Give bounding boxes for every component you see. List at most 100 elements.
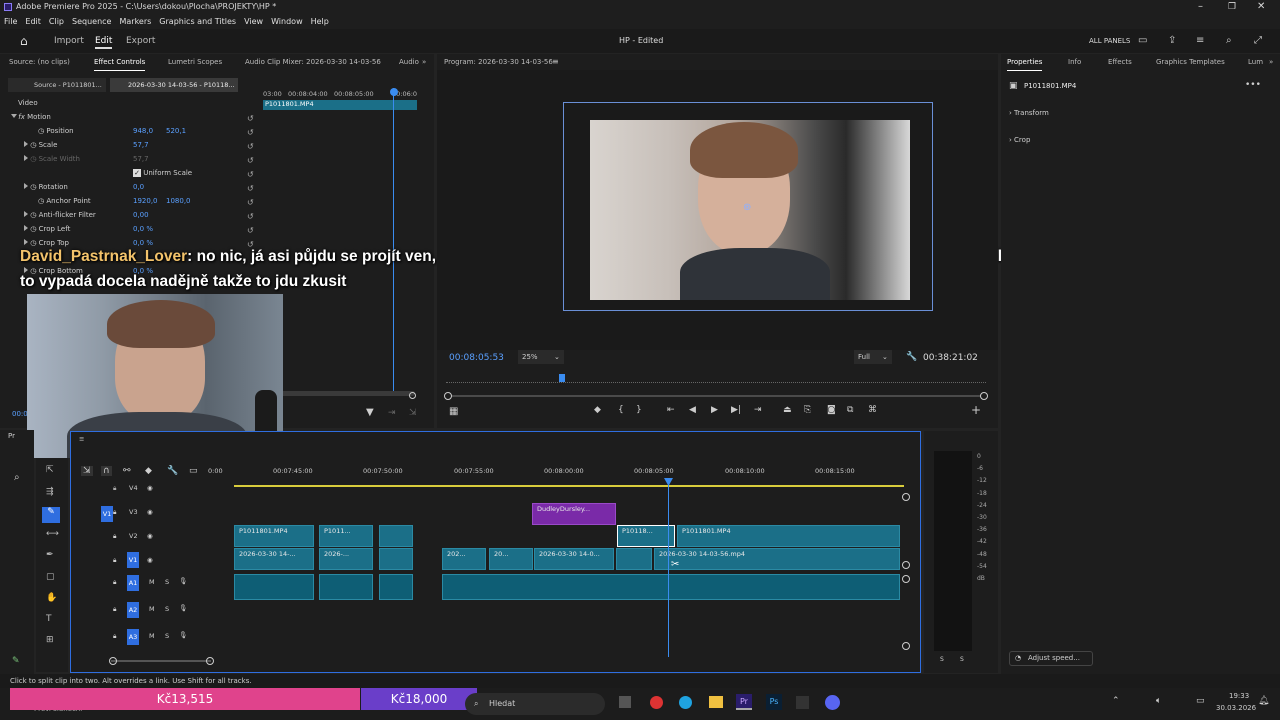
ec-row-rotation[interactable]: ◷ Rotation 0,0 (24, 180, 282, 194)
maximize-icon[interactable]: ❐ (1228, 0, 1236, 14)
text-edit-icon[interactable]: ⊞ (46, 635, 54, 645)
clip-v1[interactable]: 2026-03-30 14-03-56.mp4 (654, 548, 900, 570)
discord-icon[interactable] (825, 695, 840, 710)
subtab-sequence[interactable]: 2026-03-30 14-03-56 - P10118... (110, 78, 238, 92)
clip-v2[interactable]: P1011801.MP4 (677, 525, 900, 547)
menu-graphics[interactable]: Graphics and Titles (159, 17, 236, 26)
menu-help[interactable]: Help (311, 17, 329, 26)
ec-row-crop-left[interactable]: ◷ Crop Left 0,0 % (24, 222, 282, 236)
clock-date[interactable]: 30.03.2026 (1216, 704, 1256, 712)
zoom-handle-left[interactable] (444, 392, 452, 400)
position-y[interactable]: 520,1 (166, 124, 186, 138)
stopwatch-icon[interactable]: ◷ (30, 141, 36, 149)
clip-v1[interactable]: 20... (489, 548, 533, 570)
reset-icon[interactable]: ↺ (247, 126, 259, 140)
ripple-edit-icon[interactable]: ⟷ (46, 529, 59, 539)
reset-icon[interactable]: ↺ (247, 196, 259, 210)
menu-markers[interactable]: Markers (119, 17, 151, 26)
timeline-ruler[interactable]: 0:00 00:07:45:00 00:07:50:00 00:07:55:00… (208, 467, 908, 479)
selection-tool-icon[interactable]: ⇱ (46, 465, 54, 475)
stopwatch-icon[interactable]: ◷ (38, 197, 44, 205)
tab-lumetri[interactable]: Lum (1248, 54, 1263, 70)
step-forward-icon[interactable]: ▶| (731, 405, 741, 415)
track-a1[interactable]: A1 (127, 575, 139, 591)
menu-icon[interactable]: ≡ (552, 54, 559, 70)
clip-v2-selected[interactable]: P10118... (617, 525, 675, 547)
rotation-value[interactable]: 0,0 (133, 180, 144, 194)
mark-out-icon[interactable]: } (636, 405, 642, 415)
mute-button[interactable]: M (149, 578, 155, 586)
project-tab-icon[interactable]: Pr (8, 432, 15, 440)
share-icon[interactable]: ⇪ (1168, 29, 1176, 53)
solo-button[interactable]: S (165, 632, 169, 640)
panel-icon[interactable]: ▭ (1138, 29, 1147, 53)
mute-button[interactable]: M (149, 632, 155, 640)
tab-export[interactable]: Export (126, 29, 155, 53)
task-view-icon[interactable] (619, 696, 631, 708)
track-a2[interactable]: A2 (127, 602, 139, 618)
wrench-icon[interactable]: 🔧 (906, 352, 917, 362)
ec-timecode[interactable]: 00:0 (12, 410, 28, 418)
ec-row-scale[interactable]: ◷ Scale 57,7 (24, 138, 282, 152)
play-icon[interactable]: ▶ (711, 405, 718, 415)
clip-v1[interactable]: 202... (442, 548, 486, 570)
track-select-icon[interactable]: ⇶ (46, 487, 54, 497)
type-tool-icon[interactable]: T (46, 614, 52, 624)
tab-properties[interactable]: Properties (1007, 54, 1043, 71)
tab-effect-controls[interactable]: Effect Controls (94, 54, 146, 71)
anchor-x[interactable]: 1920,0 (133, 194, 158, 208)
vscroll-handle[interactable] (902, 561, 910, 569)
program-title[interactable]: Program: 2026-03-30 14-03-56 (444, 54, 553, 70)
home-icon[interactable]: ⌂ (20, 29, 28, 53)
chevron-right-icon[interactable]: » (422, 54, 426, 70)
captions-icon[interactable]: ▭ (189, 466, 198, 476)
menu-clip[interactable]: Clip (49, 17, 64, 26)
go-to-in-icon[interactable]: ⇤ (667, 405, 675, 415)
clip-v1[interactable]: 2026-... (319, 548, 373, 570)
menu-file[interactable]: File (4, 17, 17, 26)
expand-icon[interactable] (24, 183, 28, 189)
antiflicker-value[interactable]: 0,00 (133, 208, 149, 222)
tab-info[interactable]: Info (1068, 54, 1081, 70)
rectangle-tool-icon[interactable]: ▢ (46, 572, 55, 582)
solo-button[interactable]: S (165, 605, 169, 613)
timeline-playhead[interactable] (668, 479, 669, 657)
camera-icon[interactable]: ◙ (827, 405, 836, 415)
menu-sequence[interactable]: Sequence (72, 17, 111, 26)
premiere-taskbar-icon[interactable]: Pr (736, 694, 752, 710)
clip-v1[interactable] (616, 548, 652, 570)
ec-playhead-handle[interactable] (390, 88, 398, 96)
stopwatch-icon[interactable]: ◷ (30, 211, 36, 219)
audio-clip-a1[interactable] (379, 574, 413, 600)
zoom-select[interactable]: 25% ⌄ (518, 350, 564, 364)
audio-clip-a1[interactable] (319, 574, 373, 600)
snap-insert-icon[interactable]: ⇲ (81, 466, 93, 476)
linked-selection-icon[interactable]: ⚯ (123, 466, 131, 476)
stopwatch-icon[interactable]: ◷ (38, 127, 44, 135)
minimize-icon[interactable]: – (1198, 0, 1203, 14)
stopwatch-icon[interactable]: ◷ (30, 225, 36, 233)
eye-icon[interactable]: ◉ (147, 508, 153, 516)
reset-icon[interactable]: ↺ (247, 182, 259, 196)
zoom-handle-right[interactable] (980, 392, 988, 400)
expand-icon[interactable] (24, 141, 28, 147)
clip-v3[interactable]: DudleyDursley... (532, 503, 616, 525)
mic-icon[interactable]: 🎙︎ (179, 631, 187, 639)
program-timecode[interactable]: 00:08:05:53 (449, 353, 504, 363)
track-v3[interactable]: V3 (129, 508, 138, 516)
mark-in-icon[interactable]: { (618, 405, 624, 415)
track-v4[interactable]: V4 (129, 484, 138, 492)
reset-icon[interactable]: ↺ (247, 154, 259, 168)
ec-row-motion[interactable]: fx Motion (11, 110, 270, 124)
clip-v2[interactable]: P1011... (319, 525, 373, 547)
mute-button[interactable]: M (149, 605, 155, 613)
work-area-bar[interactable] (234, 485, 904, 487)
photoshop-icon[interactable]: Ps (766, 694, 782, 710)
tab-source[interactable]: Source: (no clips) (9, 54, 70, 70)
audio-clip-a1[interactable] (442, 574, 900, 600)
eye-icon[interactable]: ◉ (147, 532, 153, 540)
chevron-right-icon[interactable]: » (1269, 54, 1273, 70)
hscroll-handle-right[interactable] (206, 657, 214, 665)
menu-icon[interactable]: ≡ (1196, 29, 1204, 53)
expand-icon[interactable] (11, 114, 17, 118)
